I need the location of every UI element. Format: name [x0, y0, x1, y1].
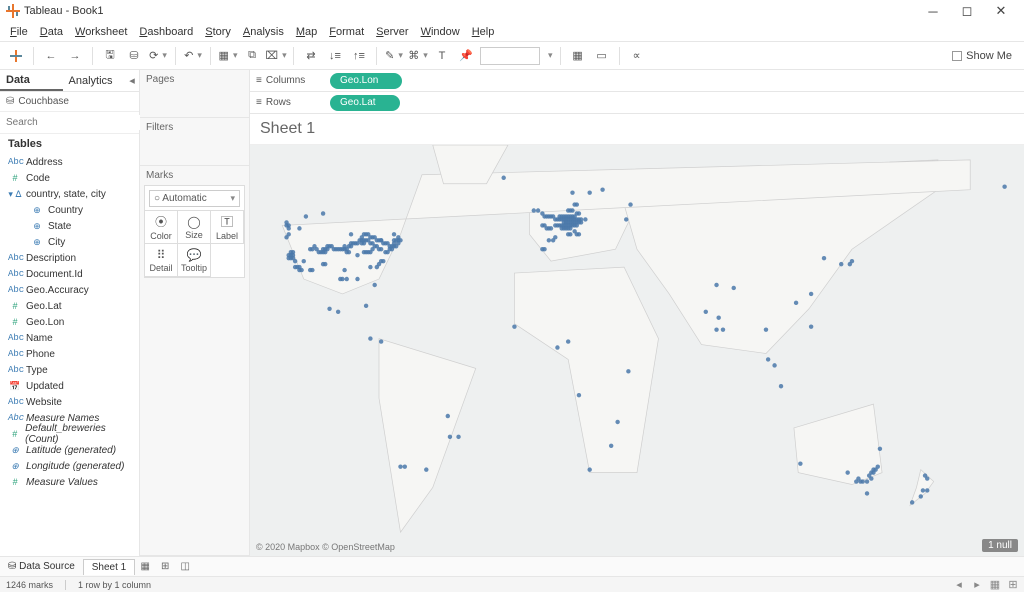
tab-analytics[interactable]: Analytics	[63, 70, 126, 91]
field-address[interactable]: AbcAddress	[0, 154, 139, 170]
app-icon	[6, 4, 20, 18]
menu-format[interactable]: Format	[323, 24, 370, 40]
menu-analysis[interactable]: Analysis	[237, 24, 290, 40]
new-worksheet-button[interactable]: ▦▾	[218, 46, 238, 66]
field-name[interactable]: AbcName	[0, 330, 139, 346]
field-country[interactable]: ⊕Country	[0, 202, 139, 218]
menu-dashboard[interactable]: Dashboard	[133, 24, 199, 40]
marks-color[interactable]: ⦿Color	[144, 210, 178, 244]
status-nav-left-icon[interactable]: ◂	[952, 578, 966, 591]
maximize-button[interactable]: ◻	[950, 1, 984, 21]
field-measure-values[interactable]: #Measure Values	[0, 474, 139, 490]
minimize-button[interactable]: ─	[916, 1, 950, 21]
sheet-tab[interactable]: Sheet 1	[83, 559, 135, 575]
field-country-state-city[interactable]: ▾ ᐃcountry, state, city	[0, 186, 139, 202]
pane-collapse-icon[interactable]: ◂	[125, 70, 139, 91]
columns-icon: ≡	[256, 75, 262, 86]
map-attribution: © 2020 Mapbox © OpenStreetMap	[256, 542, 395, 552]
field-city[interactable]: ⊕City	[0, 234, 139, 250]
labels-button[interactable]: T	[432, 46, 452, 66]
toolbar: ← → 🖫 ⛁ ⟳▾ ↶▾ ▦▾ ⧉ ⌧▾ ⇄ ↓≡ ↑≡ ✎▾ ⌘▾ T 📌 …	[0, 42, 1024, 70]
dashboard-button[interactable]: ▭	[592, 46, 612, 66]
search-input[interactable]	[4, 115, 140, 130]
field-description[interactable]: AbcDescription	[0, 250, 139, 266]
field-phone[interactable]: AbcPhone	[0, 346, 139, 362]
clear-button[interactable]: ⌧▾	[266, 46, 286, 66]
menu-file[interactable]: File	[4, 24, 34, 40]
duplicate-button[interactable]: ⧉	[242, 46, 262, 66]
filters-shelf[interactable]	[140, 137, 249, 165]
marks-shelf-label: Marks	[140, 166, 249, 185]
menu-data[interactable]: Data	[34, 24, 69, 40]
status-filmstrip-icon[interactable]: ⊞	[1006, 578, 1020, 591]
save-button[interactable]: 🖫	[100, 46, 120, 66]
menu-map[interactable]: Map	[290, 24, 323, 40]
status-marks: 1246 marks	[6, 580, 53, 590]
tab-data[interactable]: Data	[0, 70, 63, 91]
tableau-logo-icon[interactable]	[6, 46, 26, 66]
map-viz[interactable]: © 2020 Mapbox © OpenStreetMap 1 null	[250, 145, 1024, 556]
marks-detail[interactable]: ⠿Detail	[144, 243, 178, 277]
menu-story[interactable]: Story	[199, 24, 237, 40]
marks-label[interactable]: 🅃Label	[210, 210, 244, 244]
field-code[interactable]: #Code	[0, 170, 139, 186]
window-title: Tableau - Book1	[24, 5, 916, 17]
rows-pill[interactable]: Geo.Lat	[330, 95, 400, 111]
field-type[interactable]: AbcType	[0, 362, 139, 378]
tables-header: Tables	[0, 134, 139, 154]
null-indicator[interactable]: 1 null	[982, 539, 1018, 552]
columns-label: Columns	[266, 75, 305, 86]
new-datasource-button[interactable]: ⛁	[124, 46, 144, 66]
close-button[interactable]: ✕	[984, 1, 1018, 21]
undo-button[interactable]: ↶▾	[183, 46, 203, 66]
marks-type-dropdown[interactable]: ○ Automatic▾	[149, 190, 240, 207]
rows-icon: ≡	[256, 97, 262, 108]
status-dimensions: 1 row by 1 column	[78, 580, 151, 590]
datasource-icon: ⛁	[6, 96, 14, 107]
columns-pill[interactable]: Geo.Lon	[330, 73, 402, 89]
marks-size[interactable]: ◯Size	[177, 210, 211, 244]
new-dashboard-button[interactable]: ⊞	[155, 561, 175, 572]
show-me-button[interactable]: Show Me	[946, 48, 1018, 64]
pin-button[interactable]: 📌	[456, 46, 476, 66]
field-geo-lat[interactable]: #Geo.Lat	[0, 298, 139, 314]
field-geo-lon[interactable]: #Geo.Lon	[0, 314, 139, 330]
group-button[interactable]: ⌘▾	[408, 46, 428, 66]
swap-button[interactable]: ⇄	[301, 46, 321, 66]
menu-window[interactable]: Window	[415, 24, 466, 40]
menu-help[interactable]: Help	[466, 24, 501, 40]
new-story-button[interactable]: ◫	[175, 561, 195, 572]
sort-desc-button[interactable]: ↑≡	[349, 46, 369, 66]
status-nav-right-icon[interactable]: ▸	[970, 578, 984, 591]
data-source-tab[interactable]: ⛁ Data Source	[0, 559, 83, 574]
pages-shelf[interactable]	[140, 89, 249, 117]
pages-shelf-label: Pages	[140, 70, 249, 89]
back-button[interactable]: ←	[41, 46, 61, 66]
datasource-name: Couchbase	[18, 96, 69, 107]
highlight-button[interactable]: ✎▾	[384, 46, 404, 66]
fit-selector[interactable]	[480, 47, 540, 65]
field-updated[interactable]: 📅Updated	[0, 378, 139, 394]
menu-worksheet[interactable]: Worksheet	[69, 24, 133, 40]
marks-tooltip[interactable]: 💬Tooltip	[177, 243, 211, 277]
field-geo-accuracy[interactable]: AbcGeo.Accuracy	[0, 282, 139, 298]
presentation-button[interactable]: ▦	[568, 46, 588, 66]
rows-label: Rows	[266, 97, 291, 108]
filters-shelf-label: Filters	[140, 118, 249, 137]
status-sheets-icon[interactable]: ▦	[988, 578, 1002, 591]
new-sheet-button[interactable]: ▦	[135, 561, 155, 572]
forward-button[interactable]: →	[65, 46, 85, 66]
sheet-title[interactable]: Sheet 1	[250, 114, 1024, 145]
menu-server[interactable]: Server	[370, 24, 414, 40]
sort-asc-button[interactable]: ↓≡	[325, 46, 345, 66]
datasource-row[interactable]: ⛁ Couchbase	[0, 92, 139, 112]
share-button[interactable]: ∝	[627, 46, 647, 66]
field-website[interactable]: AbcWebsite	[0, 394, 139, 410]
field-longitude-generated-[interactable]: ⊕Longitude (generated)	[0, 458, 139, 474]
field-state[interactable]: ⊕State	[0, 218, 139, 234]
refresh-button[interactable]: ⟳▾	[148, 46, 168, 66]
field-default-breweries-count-[interactable]: #Default_breweries (Count)	[0, 426, 139, 442]
menu-bar: FileDataWorksheetDashboardStoryAnalysisM…	[0, 22, 1024, 42]
field-document-id[interactable]: AbcDocument.Id	[0, 266, 139, 282]
